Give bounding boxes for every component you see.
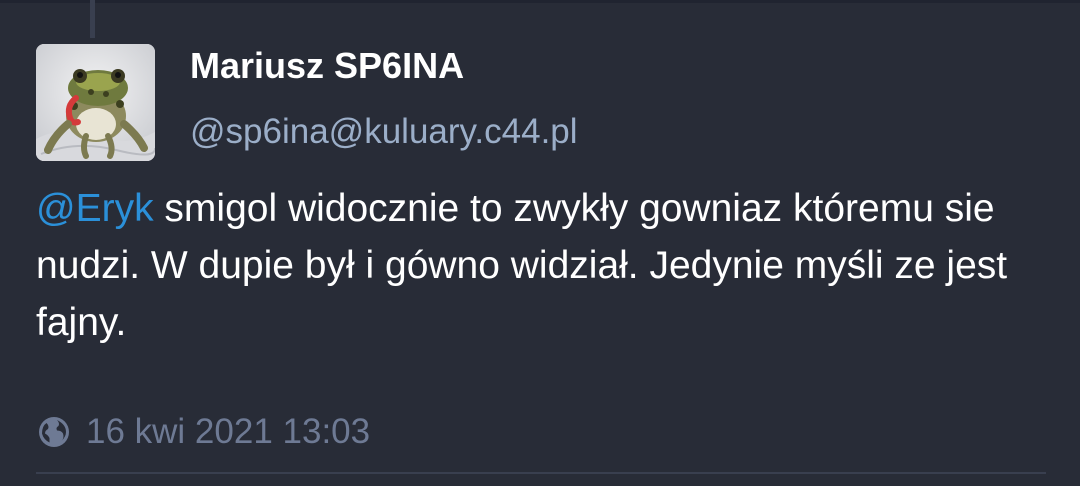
divider (36, 472, 1046, 474)
author-display-name[interactable]: Mariusz SP6INA (190, 45, 464, 87)
status-text: smigol widocznie to zwykły gowniaz które… (36, 187, 1008, 344)
mention-link[interactable]: @Eryk (36, 187, 154, 230)
status-card: Mariusz SP6INA @sp6ina@kuluary.c44.pl @E… (0, 0, 1080, 486)
frog-avatar-icon (36, 44, 155, 161)
globe-icon (36, 414, 72, 450)
avatar[interactable] (36, 44, 155, 161)
status-meta: 16 kwi 2021 13:03 (36, 410, 370, 454)
status-timestamp[interactable]: 16 kwi 2021 13:03 (86, 412, 370, 452)
top-border (0, 0, 1080, 3)
thread-connector-line (90, 0, 95, 38)
status-content: @Eryk smigol widocznie to zwykły gowniaz… (36, 180, 1046, 351)
author-account-handle[interactable]: @sp6ina@kuluary.c44.pl (190, 112, 578, 152)
